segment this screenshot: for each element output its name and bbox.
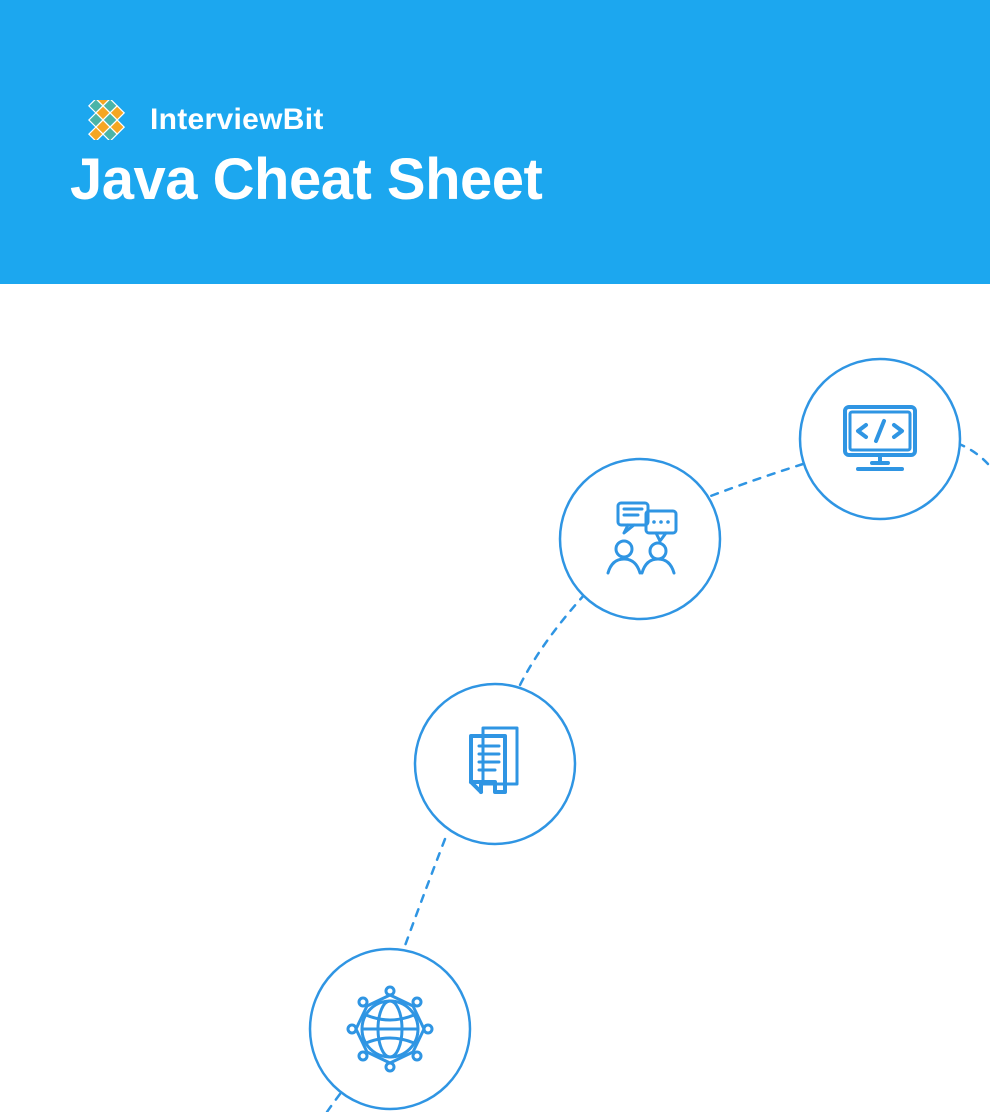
documents-icon <box>415 684 575 844</box>
brand-row: InterviewBit <box>70 100 990 140</box>
globe-network-icon <box>310 949 470 1109</box>
conversation-icon <box>560 459 720 619</box>
page-header: InterviewBit Java Cheat Sheet <box>0 0 990 284</box>
page-title: Java Cheat Sheet <box>70 146 990 213</box>
brand-name: InterviewBit <box>150 103 324 137</box>
decorative-graphic <box>0 284 990 1112</box>
code-monitor-icon <box>800 359 960 519</box>
brand-logo-icon <box>70 100 136 140</box>
